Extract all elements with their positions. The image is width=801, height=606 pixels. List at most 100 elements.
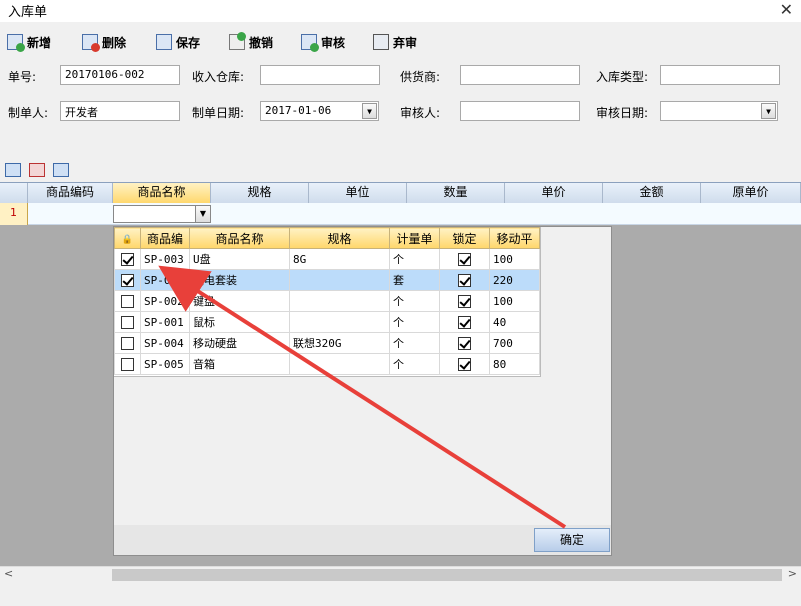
row-checkbox[interactable] xyxy=(114,269,141,291)
list-item[interactable]: SP-005 音箱 个 80 xyxy=(114,353,540,375)
type-field[interactable] xyxy=(660,65,780,85)
window-title: 入库单 xyxy=(8,5,48,20)
checkbox[interactable] xyxy=(121,273,134,287)
chevron-down-icon[interactable]: ▼ xyxy=(362,103,377,119)
delete-button-label: 删除 xyxy=(102,35,127,50)
locked-cell[interactable] xyxy=(439,269,490,291)
checkbox[interactable] xyxy=(121,252,134,266)
list-item[interactable]: SP-001 鼠标 个 40 xyxy=(114,311,540,333)
save-button[interactable]: 保存 xyxy=(156,32,200,52)
col-header[interactable]: 商品编码 xyxy=(28,183,113,203)
popup-footer: 确定 xyxy=(114,525,611,555)
close-icon[interactable]: ✕ xyxy=(780,0,793,19)
delete-button[interactable]: 删除 xyxy=(82,32,126,52)
audit-date-picker[interactable]: ▼ xyxy=(660,101,778,121)
col-header[interactable]: 数量 xyxy=(407,183,505,203)
confirm-button[interactable]: 确定 xyxy=(534,528,610,552)
supplier-field[interactable] xyxy=(460,65,580,85)
col-header[interactable]: 商品名称 xyxy=(189,227,290,249)
checkbox[interactable] xyxy=(458,336,471,350)
add-row-icon[interactable] xyxy=(5,163,21,177)
locked-cell[interactable] xyxy=(439,353,490,375)
order-no-field[interactable]: 20170106-002 xyxy=(60,65,180,85)
checkbox[interactable] xyxy=(458,252,471,266)
col-header[interactable]: 原单价 xyxy=(701,183,801,203)
new-doc-icon xyxy=(7,34,25,52)
product-picker-popup: 🔒 商品编 商品名称 规格 计量单 锁定 移动平 SP-003 U盘 8G 个 100 S… xyxy=(113,226,612,556)
undo-button[interactable]: 撤销 xyxy=(229,32,273,52)
row-checkbox[interactable] xyxy=(114,311,141,333)
col-header[interactable]: 规格 xyxy=(289,227,390,249)
delete-row-icon[interactable] xyxy=(29,163,45,177)
date-picker[interactable]: 2017-01-06 ▼ xyxy=(260,101,379,121)
checkbox[interactable] xyxy=(458,294,471,308)
product-name-dropdown[interactable]: ▼ xyxy=(113,205,211,223)
col-header[interactable]: 金额 xyxy=(603,183,701,203)
table-row[interactable]: 1 ▼ xyxy=(0,203,801,225)
row-checkbox[interactable] xyxy=(114,248,141,270)
chevron-down-icon[interactable]: ▼ xyxy=(195,206,210,222)
horizontal-scrollbar[interactable]: < > xyxy=(0,566,801,582)
date-value: 2017-01-06 xyxy=(265,104,332,117)
locked-cell[interactable] xyxy=(439,248,490,270)
locked-cell[interactable] xyxy=(439,311,490,333)
product-spec xyxy=(289,311,390,333)
abandon-button[interactable]: 弃审 xyxy=(373,32,417,52)
col-header[interactable]: 商品编 xyxy=(140,227,190,249)
creator-field[interactable]: 开发者 xyxy=(60,101,180,121)
scroll-right-icon[interactable]: > xyxy=(788,567,797,580)
checkbox[interactable] xyxy=(121,336,134,350)
moving-avg: 700 xyxy=(489,332,540,354)
checkbox[interactable] xyxy=(458,273,471,287)
col-header[interactable]: 商品名称 xyxy=(113,183,211,203)
checkbox[interactable] xyxy=(121,315,134,329)
col-header[interactable]: 单价 xyxy=(505,183,603,203)
checkbox[interactable] xyxy=(121,357,134,371)
row-checkbox[interactable] xyxy=(114,290,141,312)
scroll-left-icon[interactable]: < xyxy=(4,567,13,580)
row-number: 1 xyxy=(0,203,28,225)
product-spec xyxy=(289,353,390,375)
approve-icon xyxy=(301,34,319,52)
locked-cell[interactable] xyxy=(439,332,490,354)
row-checkbox[interactable] xyxy=(114,332,141,354)
select-all-header[interactable]: 🔒 xyxy=(114,227,141,249)
col-header[interactable]: 规格 xyxy=(211,183,309,203)
product-code: SP-001 xyxy=(140,311,190,333)
product-unit: 个 xyxy=(389,290,440,312)
warehouse-field[interactable] xyxy=(260,65,380,85)
chevron-down-icon[interactable]: ▼ xyxy=(761,103,776,119)
product-table: 🔒 商品编 商品名称 规格 计量单 锁定 移动平 SP-003 U盘 8G 个 100 S… xyxy=(114,227,540,375)
list-item[interactable]: SP-003 U盘 8G 个 100 xyxy=(114,248,540,270)
auditor-field[interactable] xyxy=(460,101,580,121)
product-name: 鼠标 xyxy=(189,311,290,333)
new-button[interactable]: 新增 xyxy=(7,32,51,52)
list-item[interactable]: SP-004 移动硬盘 联想320G 个 700 xyxy=(114,332,540,354)
product-name: U盘 xyxy=(189,248,290,270)
corner-cell[interactable] xyxy=(0,183,28,203)
list-item[interactable]: SP-002 键盘 个 100 xyxy=(114,290,540,312)
product-code: SP-004 xyxy=(140,332,190,354)
scroll-thumb[interactable] xyxy=(112,569,782,581)
product-unit: 个 xyxy=(389,311,440,333)
audit-date-label: 审核日期: xyxy=(596,106,649,120)
col-header[interactable]: 计量单 xyxy=(389,227,440,249)
locked-cell[interactable] xyxy=(439,290,490,312)
approve-button[interactable]: 审核 xyxy=(301,32,345,52)
checkbox[interactable] xyxy=(458,357,471,371)
product-spec: 8G xyxy=(289,248,390,270)
type-label: 入库类型: xyxy=(596,70,649,84)
col-header[interactable]: 移动平 xyxy=(489,227,540,249)
row-checkbox[interactable] xyxy=(114,353,141,375)
checkbox[interactable] xyxy=(458,315,471,329)
product-code: SP-006 xyxy=(140,269,190,291)
col-header[interactable]: 锁定 xyxy=(439,227,490,249)
folder-icon[interactable] xyxy=(53,163,69,177)
order-no-label: 单号: xyxy=(8,70,37,84)
list-item[interactable]: SP-006 光电套装 套 220 xyxy=(114,269,540,291)
undo-icon xyxy=(229,32,246,50)
moving-avg: 100 xyxy=(489,290,540,312)
auditor-label: 审核人: xyxy=(400,106,441,120)
checkbox[interactable] xyxy=(121,294,134,308)
col-header[interactable]: 单位 xyxy=(309,183,407,203)
